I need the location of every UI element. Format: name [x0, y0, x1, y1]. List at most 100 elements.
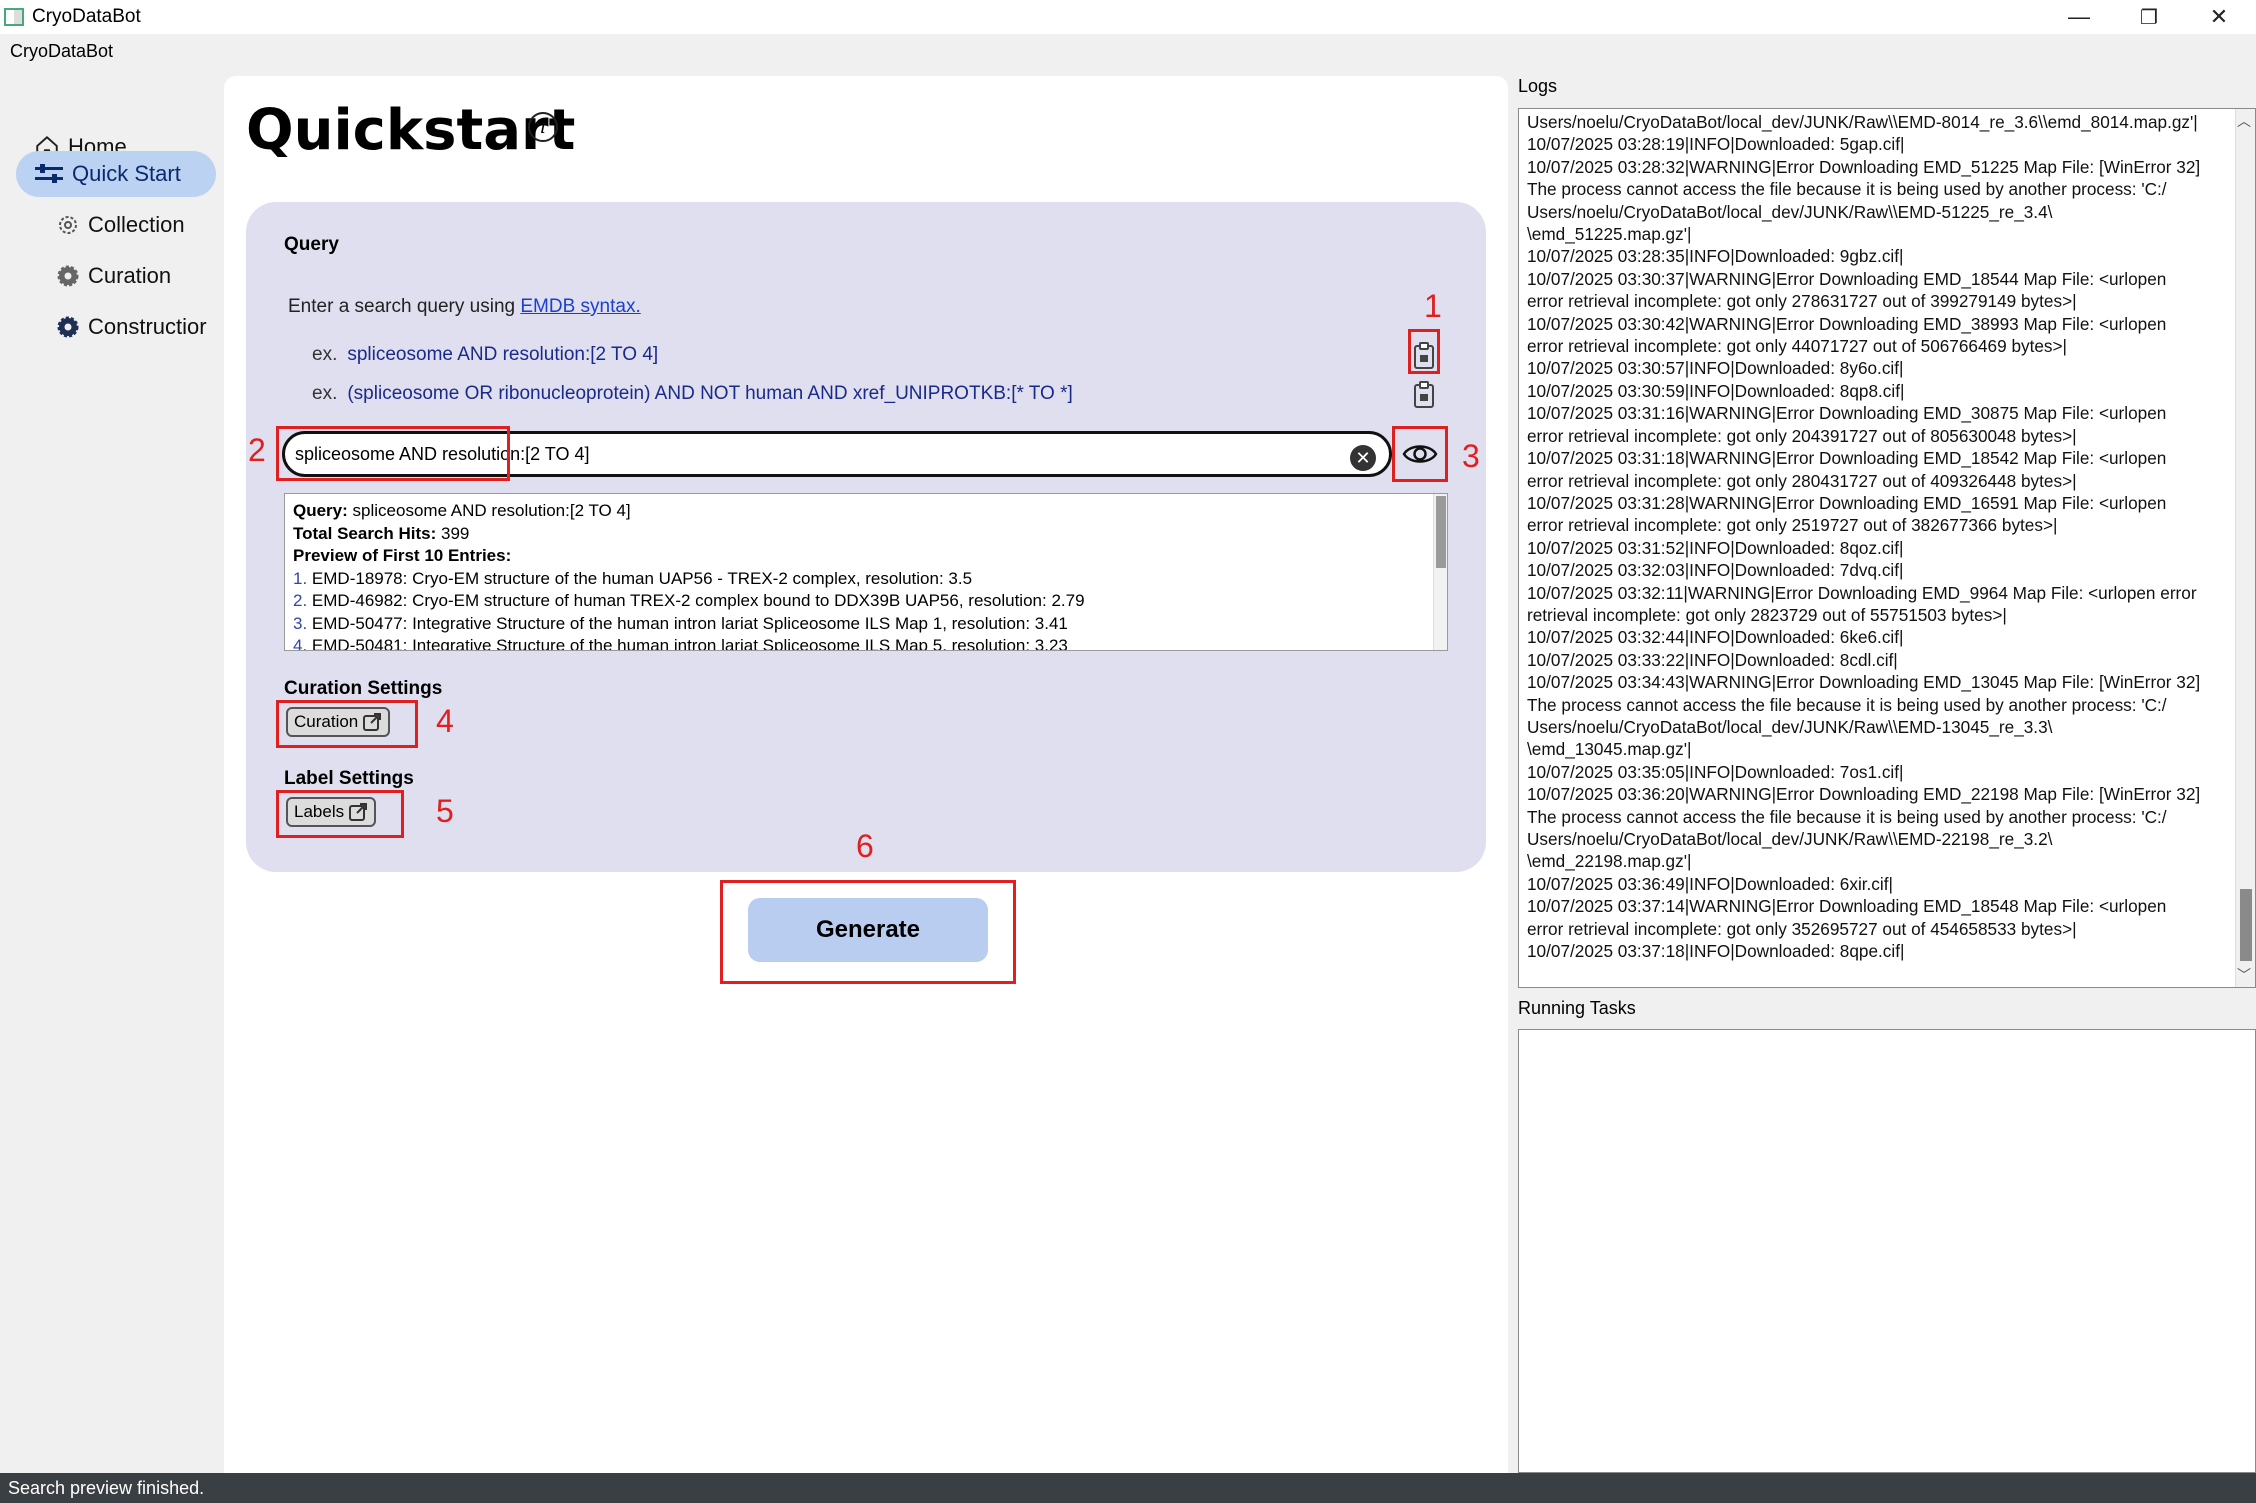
annotation-box-2 — [276, 426, 510, 481]
entry-text: EMD-46982: Cryo-EM structure of human TR… — [311, 591, 1085, 610]
minimize-button[interactable]: — — [2044, 0, 2114, 34]
example-1: ex. spliceosome AND resolution:[2 TO 4] — [312, 344, 658, 366]
app-icon — [4, 8, 24, 26]
main-panel: Quickstart i Query Enter a search query … — [224, 76, 1508, 1473]
log-line: Users/noelu/CryoDataBot/local_dev/JUNK/R… — [1527, 201, 2053, 222]
query-section-label: Query — [284, 234, 339, 255]
query-hint: Enter a search query using EMDB syntax. — [288, 296, 641, 318]
sidebar-item-label: Quick Start — [72, 161, 181, 186]
example-query: (spliceosome OR ribonucleoprotein) AND N… — [347, 383, 1073, 404]
log-line: 10/07/2025 03:35:05|INFO|Downloaded: 7os… — [1527, 761, 1904, 782]
annotation-box-4 — [276, 700, 418, 748]
log-line: 10/07/2025 03:31:52|INFO|Downloaded: 8qo… — [1527, 537, 1904, 558]
log-line: The process cannot access the file becau… — [1527, 694, 2167, 715]
sidebar-item-label: Collection — [88, 212, 185, 237]
title-bar: CryoDataBot — ❐ ✕ — [0, 0, 2256, 34]
log-line: 10/07/2025 03:37:14|WARNING|Error Downlo… — [1527, 896, 2167, 917]
log-line: error retrieval incomplete: got only 251… — [1527, 515, 2058, 536]
log-line: error retrieval incomplete: got only 280… — [1527, 470, 2077, 491]
log-line: 10/07/2025 03:28:35|INFO|Downloaded: 9gb… — [1527, 246, 1904, 267]
menu-app-name[interactable]: CryoDataBot — [10, 41, 113, 62]
search-preview[interactable]: Query: spliceosome AND resolution:[2 TO … — [284, 493, 1448, 651]
annotation-box-5 — [276, 790, 404, 838]
scroll-down-arrow[interactable]: ﹀ — [2237, 965, 2251, 985]
entry-number: 3. — [293, 613, 308, 633]
log-line: retrieval incomplete: got only 2823729 o… — [1527, 604, 2007, 625]
preview-scrollbar[interactable] — [1433, 494, 1447, 650]
log-line: 10/07/2025 03:32:03|INFO|Downloaded: 7dv… — [1527, 560, 1904, 581]
sidebar-item-collection[interactable]: Collection — [56, 202, 185, 248]
log-line: 10/07/2025 03:31:28|WARNING|Error Downlo… — [1527, 492, 2167, 513]
log-line: error retrieval incomplete: got only 278… — [1527, 291, 2077, 312]
log-line: 10/07/2025 03:28:32|WARNING|Error Downlo… — [1527, 156, 2201, 177]
log-line: 10/07/2025 03:32:11|WARNING|Error Downlo… — [1527, 582, 2197, 603]
sliders-icon — [35, 164, 63, 183]
example-2: ex. (spliceosome OR ribonucleoprotein) AN… — [312, 383, 1073, 405]
entry-text: EMD-50477: Integrative Structure of the … — [311, 613, 1068, 633]
list-item: 3. EMD-50477: Integrative Structure of t… — [293, 613, 1439, 636]
list-item: 1. EMD-18978: Cryo-EM structure of the h… — [293, 568, 1439, 591]
sidebar-item-quick-start[interactable]: Quick Start — [16, 151, 216, 197]
scrollbar-thumb[interactable] — [1436, 496, 1446, 568]
annotation-number-5: 5 — [436, 793, 454, 829]
gear-outline-icon — [59, 216, 77, 234]
copy-example-2-button[interactable] — [1406, 377, 1442, 413]
preview-query-label: Query: — [293, 501, 348, 520]
entry-text: EMD-18978: Cryo-EM structure of the huma… — [311, 568, 973, 588]
sidebar-item-construction[interactable]: Constructior — [56, 304, 207, 350]
running-tasks-label: Running Tasks — [1518, 998, 1636, 1018]
log-line: 10/07/2025 03:33:22|INFO|Downloaded: 8cd… — [1527, 649, 1898, 670]
log-line: 10/07/2025 03:37:18|INFO|Downloaded: 8qp… — [1527, 941, 1905, 962]
logs-scrollbar[interactable]: ︿ ﹀ — [2235, 109, 2255, 987]
log-line: 10/07/2025 03:31:16|WARNING|Error Downlo… — [1527, 403, 2167, 424]
restore-button[interactable]: ❐ — [2114, 0, 2184, 34]
log-line: Users/noelu/CryoDataBot/local_dev/JUNK/R… — [1527, 829, 2053, 849]
preview-query-line: Query: spliceosome AND resolution:[2 TO … — [293, 500, 1439, 523]
preview-query-value: spliceosome AND resolution:[2 TO 4] — [352, 501, 631, 520]
preview-hits-value: 399 — [441, 523, 470, 543]
sidebar-item-label: Curation — [88, 263, 172, 288]
hint-text: Enter a search query using — [288, 296, 521, 317]
log-line: 10/07/2025 03:34:43|WARNING|Error Downlo… — [1527, 672, 2201, 693]
clipboard-icon — [1414, 381, 1434, 408]
annotation-box-6 — [720, 880, 1016, 984]
preview-heading: Preview of First 10 Entries: — [293, 546, 512, 565]
log-line: 10/07/2025 03:30:42|WARNING|Error Downlo… — [1527, 313, 2167, 334]
logs-panel[interactable]: Users/noelu/CryoDataBot/local_dev/JUNK/R… — [1518, 108, 2256, 988]
log-line: The process cannot access the file becau… — [1527, 179, 2167, 200]
entry-number: 1. — [293, 568, 308, 588]
log-line: 10/07/2025 03:36:20|WARNING|Error Downlo… — [1527, 784, 2201, 805]
list-item: 4. EMD-50481: Integrative Structure of t… — [293, 635, 1439, 651]
log-line: \emd_22198.map.gz'| — [1527, 851, 1692, 872]
log-lines: Users/noelu/CryoDataBot/local_dev/JUNK/R… — [1527, 111, 2239, 962]
log-line: Users/noelu/CryoDataBot/local_dev/JUNK/R… — [1527, 112, 2198, 132]
sidebar-item-curation[interactable]: Curation — [56, 253, 171, 299]
preview-hits-label: Total Search Hits: — [293, 523, 437, 543]
page-title: Quickstart — [246, 98, 576, 163]
example-prefix: ex. — [312, 344, 338, 365]
log-line: \emd_51225.map.gz'| — [1527, 224, 1692, 245]
log-line: 10/07/2025 03:36:49|INFO|Downloaded: 6xi… — [1527, 873, 1893, 894]
log-line: Users/noelu/CryoDataBot/local_dev/JUNK/R… — [1527, 716, 2053, 737]
status-bar: Search preview finished. — [0, 1473, 2256, 1503]
status-text: Search preview finished. — [8, 1477, 205, 1498]
curation-settings-label: Curation Settings — [284, 678, 443, 699]
sidebar: Home Quick Start Collection Curation Con… — [0, 68, 222, 1473]
logs-label: Logs — [1518, 76, 1558, 96]
sidebar-item-label: Constructior — [88, 314, 207, 339]
info-icon[interactable]: i — [528, 112, 558, 142]
log-line: 10/07/2025 03:30:57|INFO|Downloaded: 8y6… — [1527, 358, 1904, 379]
log-line: The process cannot access the file becau… — [1527, 806, 2167, 827]
scrollbar-thumb[interactable] — [2240, 889, 2252, 961]
log-line: 10/07/2025 03:30:37|WARNING|Error Downlo… — [1527, 268, 2167, 289]
entry-number: 4. — [293, 636, 308, 651]
example-query: spliceosome AND resolution:[2 TO 4] — [347, 344, 659, 365]
close-button[interactable]: ✕ — [2184, 0, 2254, 34]
emdb-syntax-link[interactable]: EMDB syntax. — [520, 296, 640, 317]
example-prefix: ex. — [312, 383, 338, 404]
log-line: \emd_13045.map.gz'| — [1527, 739, 1692, 760]
window-title: CryoDataBot — [32, 6, 141, 27]
scroll-up-arrow[interactable]: ︿ — [2237, 111, 2251, 131]
clear-search-button[interactable]: ✕ — [1350, 445, 1376, 471]
menu-bar: CryoDataBot — [0, 34, 2256, 68]
